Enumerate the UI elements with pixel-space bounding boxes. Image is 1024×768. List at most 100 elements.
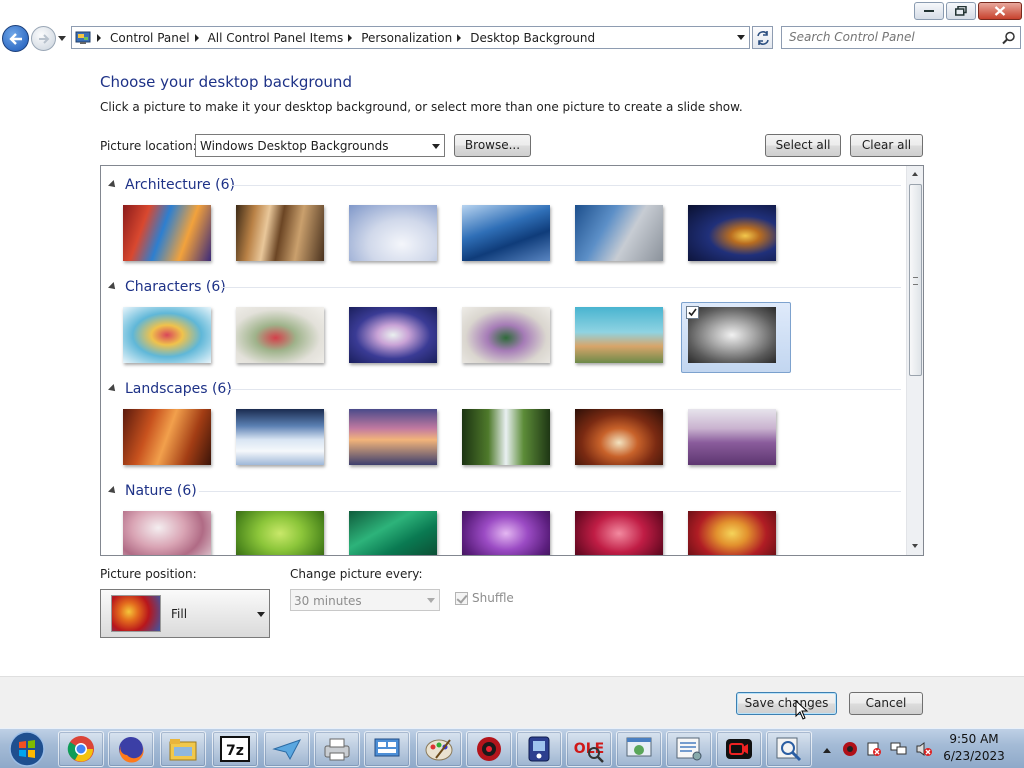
taskbar-recovery[interactable] (466, 731, 512, 767)
group-divider (221, 287, 901, 288)
wallpaper-thumbnail[interactable] (462, 205, 550, 261)
taskbar: 7z OLE (0, 728, 1024, 768)
wallpaper-thumbnail[interactable] (236, 205, 324, 261)
taskbar-search-tool[interactable] (766, 731, 812, 767)
cancel-button[interactable]: Cancel (849, 692, 923, 715)
wallpaper-thumbnail[interactable] (349, 511, 437, 555)
taskbar-web[interactable] (616, 731, 662, 767)
wallpaper-thumbnail[interactable] (575, 511, 663, 555)
scroll-up-button[interactable] (907, 166, 923, 183)
wallpaper-thumbnail[interactable] (123, 511, 211, 555)
gallery-scrollbar[interactable] (906, 166, 923, 555)
search-box[interactable] (781, 26, 1021, 49)
wallpaper-thumbnail[interactable] (123, 205, 211, 261)
show-hidden-icons-icon[interactable] (821, 745, 833, 755)
clock-time: 9:50 AM (949, 732, 999, 746)
window-controls (914, 2, 1022, 20)
settings-icon (676, 737, 702, 761)
recovery-icon (477, 737, 501, 761)
refresh-button[interactable] (752, 26, 773, 49)
wallpaper-thumbnail[interactable] (236, 511, 324, 555)
taskbar-7zip[interactable]: 7z (212, 731, 258, 767)
breadcrumb-separator[interactable] (457, 33, 462, 42)
collapse-triangle-icon (108, 384, 118, 394)
wallpaper-thumbnail[interactable] (688, 205, 776, 261)
minimize-button[interactable] (914, 2, 944, 20)
wallpaper-thumbnail[interactable] (462, 307, 550, 363)
picture-position-select[interactable]: Fill (100, 589, 270, 638)
breadcrumb-all-items[interactable]: All Control Panel Items (208, 31, 344, 45)
breadcrumb-separator[interactable] (97, 33, 101, 42)
action-center-icon[interactable] (866, 741, 882, 757)
group-header[interactable]: Landscapes (6) (108, 379, 232, 399)
picture-location-select[interactable]: Windows Desktop Backgrounds (195, 134, 445, 157)
scroll-thumb[interactable] (909, 184, 922, 376)
wallpaper-thumbnail[interactable] (688, 511, 776, 555)
selected-checkbox[interactable] (686, 306, 699, 319)
wallpaper-thumbnail[interactable] (575, 409, 663, 465)
search-icon[interactable] (1002, 31, 1016, 45)
taskbar-printer[interactable] (314, 731, 360, 767)
breadcrumb-desktop-background[interactable]: Desktop Background (470, 31, 595, 45)
group-header[interactable]: Architecture (6) (108, 175, 235, 195)
printer-icon (324, 738, 350, 761)
taskbar-remote[interactable] (516, 731, 562, 767)
wallpaper-thumbnail[interactable] (349, 205, 437, 261)
wallpaper-thumbnail[interactable] (575, 307, 663, 363)
taskbar-ole-view[interactable]: OLE (566, 731, 612, 767)
address-bar[interactable]: Control Panel All Control Panel Items Pe… (71, 26, 750, 49)
browse-button[interactable]: Browse... (454, 134, 531, 157)
taskbar-mail[interactable] (264, 731, 310, 767)
checkbox-icon (455, 591, 468, 605)
group-title: Landscapes (6) (125, 381, 232, 397)
back-button[interactable] (2, 25, 29, 52)
clear-all-button[interactable]: Clear all (850, 134, 923, 157)
forward-button[interactable] (31, 26, 56, 51)
wallpaper-thumbnail[interactable] (123, 307, 211, 363)
clock-date: 6/23/2023 (943, 749, 1005, 763)
start-button[interactable] (4, 730, 50, 768)
wallpaper-thumbnail[interactable] (349, 409, 437, 465)
search-input[interactable] (789, 30, 989, 44)
taskbar-network[interactable] (364, 731, 410, 767)
fill-preview-image (111, 595, 161, 632)
taskbar-firefox[interactable] (108, 731, 154, 767)
select-all-button[interactable]: Select all (765, 134, 841, 157)
group-architecture: Architecture (6) (101, 175, 907, 277)
save-changes-button[interactable]: Save changes (736, 692, 837, 715)
breadcrumb-control-panel[interactable]: Control Panel (110, 31, 190, 45)
network-status-icon[interactable] (890, 741, 908, 757)
security-icon[interactable] (842, 741, 858, 757)
recent-pages-dropdown[interactable] (58, 36, 66, 41)
scroll-down-button[interactable] (907, 538, 923, 555)
wallpaper-thumbnail[interactable] (236, 307, 324, 363)
group-header[interactable]: Characters (6) (108, 277, 226, 297)
wallpaper-thumbnail[interactable] (575, 205, 663, 261)
taskbar-explorer[interactable] (160, 731, 206, 767)
system-clock[interactable]: 9:50 AM 6/23/2023 (943, 731, 1005, 765)
close-icon (994, 6, 1006, 16)
wallpaper-thumbnail[interactable] (462, 409, 550, 465)
breadcrumb-separator[interactable] (194, 33, 199, 42)
shuffle-checkbox: Shuffle (455, 591, 514, 605)
taskbar-recorder[interactable] (716, 731, 762, 767)
taskbar-settings[interactable] (666, 731, 712, 767)
close-button[interactable] (978, 2, 1022, 20)
taskbar-paint[interactable] (416, 731, 462, 767)
address-history-dropdown[interactable] (737, 35, 745, 40)
restore-button[interactable] (946, 2, 976, 20)
collapse-triangle-icon (108, 180, 118, 190)
wallpaper-thumbnail[interactable] (688, 409, 776, 465)
group-header[interactable]: Nature (6) (108, 481, 197, 501)
wallpaper-thumbnail[interactable] (349, 307, 437, 363)
wallpaper-thumbnail[interactable] (462, 511, 550, 555)
wallpaper-thumbnail-selected[interactable] (681, 302, 791, 373)
volume-muted-icon[interactable] (915, 741, 933, 757)
wallpaper-thumbnail[interactable] (123, 409, 211, 465)
breadcrumb-separator[interactable] (348, 33, 353, 42)
svg-text:7z: 7z (226, 743, 244, 759)
wallpaper-thumbnail[interactable] (236, 409, 324, 465)
breadcrumb-personalization[interactable]: Personalization (361, 31, 452, 45)
windows-logo-icon (9, 731, 45, 767)
taskbar-chrome[interactable] (58, 731, 104, 767)
